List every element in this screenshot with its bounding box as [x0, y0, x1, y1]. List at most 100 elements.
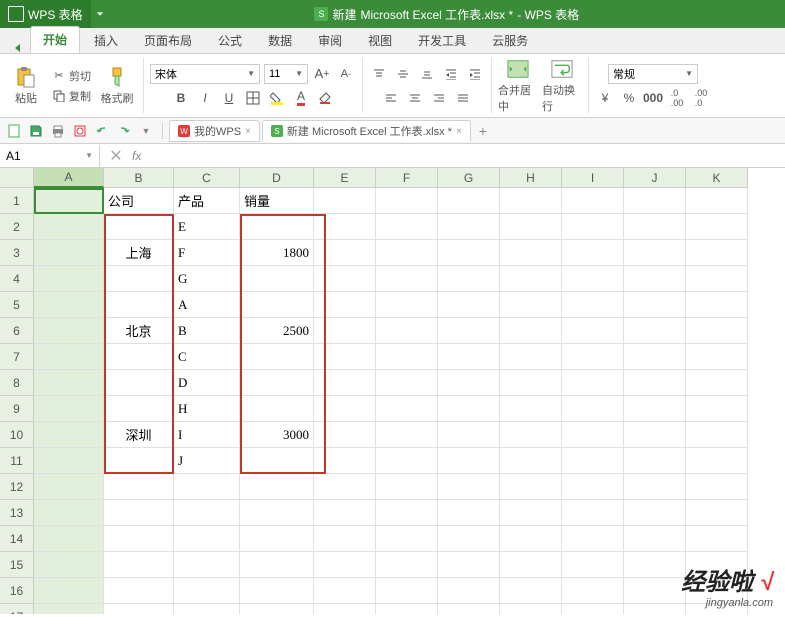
cell-B7[interactable] [104, 344, 174, 370]
cell-F15[interactable] [376, 552, 438, 578]
cell-D10[interactable]: 3000 [240, 422, 314, 448]
cell-J11[interactable] [624, 448, 686, 474]
cell-C5[interactable]: A [174, 292, 240, 318]
cell-K6[interactable] [686, 318, 748, 344]
cell-I10[interactable] [562, 422, 624, 448]
cell-C3[interactable]: F [174, 240, 240, 266]
cell-H3[interactable] [500, 240, 562, 266]
cell-C11[interactable]: J [174, 448, 240, 474]
tab-layout[interactable]: 页面布局 [132, 28, 204, 53]
cell-C9[interactable]: H [174, 396, 240, 422]
cell-F11[interactable] [376, 448, 438, 474]
cell-K1[interactable] [686, 188, 748, 214]
doc-tab-current[interactable]: S 新建 Microsoft Excel 工作表.xlsx * × [262, 120, 471, 142]
tab-view[interactable]: 视图 [356, 28, 404, 53]
cell-B8[interactable] [104, 370, 174, 396]
row-header-7[interactable]: 7 [0, 344, 34, 370]
cell-K8[interactable] [686, 370, 748, 396]
cell-D11[interactable] [240, 448, 314, 474]
qa-preview-icon[interactable] [70, 121, 90, 141]
cell-A5[interactable] [34, 292, 104, 318]
cell-D9[interactable] [240, 396, 314, 422]
border-button[interactable] [243, 88, 263, 108]
cell-B13[interactable] [104, 500, 174, 526]
cell-F3[interactable] [376, 240, 438, 266]
increase-decimal-button[interactable]: .00.0 [691, 88, 711, 108]
cell-K2[interactable] [686, 214, 748, 240]
col-header-J[interactable]: J [624, 168, 686, 188]
cell-E9[interactable] [314, 396, 376, 422]
format-painter-button[interactable]: 格式刷 [97, 58, 137, 114]
align-right-button[interactable] [429, 88, 449, 108]
cell-H5[interactable] [500, 292, 562, 318]
cell-B4[interactable] [104, 266, 174, 292]
cell-G4[interactable] [438, 266, 500, 292]
cell-J3[interactable] [624, 240, 686, 266]
justify-button[interactable] [453, 88, 473, 108]
cell-A13[interactable] [34, 500, 104, 526]
cell-B9[interactable] [104, 396, 174, 422]
cell-E1[interactable] [314, 188, 376, 214]
fx-cancel-icon[interactable]: ✕ [106, 146, 126, 166]
col-header-D[interactable]: D [240, 168, 314, 188]
cell-H10[interactable] [500, 422, 562, 448]
cell-D2[interactable] [240, 214, 314, 240]
cell-F5[interactable] [376, 292, 438, 318]
cell-H4[interactable] [500, 266, 562, 292]
cell-E6[interactable] [314, 318, 376, 344]
cell-I8[interactable] [562, 370, 624, 396]
col-header-B[interactable]: B [104, 168, 174, 188]
row-header-9[interactable]: 9 [0, 396, 34, 422]
cell-J17[interactable] [624, 604, 686, 614]
cell-E10[interactable] [314, 422, 376, 448]
row-header-14[interactable]: 14 [0, 526, 34, 552]
cell-H7[interactable] [500, 344, 562, 370]
app-menu-dropdown[interactable] [91, 0, 109, 28]
cell-D1[interactable]: 销量 [240, 188, 314, 214]
cell-A9[interactable] [34, 396, 104, 422]
row-header-15[interactable]: 15 [0, 552, 34, 578]
cell-B5[interactable] [104, 292, 174, 318]
cell-J8[interactable] [624, 370, 686, 396]
cell-G8[interactable] [438, 370, 500, 396]
cell-G7[interactable] [438, 344, 500, 370]
cell-D14[interactable] [240, 526, 314, 552]
cell-B14[interactable] [104, 526, 174, 552]
cell-B15[interactable] [104, 552, 174, 578]
cell-B16[interactable] [104, 578, 174, 604]
cell-D15[interactable] [240, 552, 314, 578]
row-header-16[interactable]: 16 [0, 578, 34, 604]
align-bottom-button[interactable] [417, 64, 437, 84]
cell-H11[interactable] [500, 448, 562, 474]
cell-J6[interactable] [624, 318, 686, 344]
qa-print-icon[interactable] [48, 121, 68, 141]
cell-C15[interactable] [174, 552, 240, 578]
cell-A8[interactable] [34, 370, 104, 396]
cell-A14[interactable] [34, 526, 104, 552]
cell-B1[interactable]: 公司 [104, 188, 174, 214]
cell-A16[interactable] [34, 578, 104, 604]
merge-center-button[interactable]: 合并居中 [498, 58, 538, 114]
cell-F8[interactable] [376, 370, 438, 396]
cell-K7[interactable] [686, 344, 748, 370]
font-size-select[interactable]: 11▼ [264, 64, 308, 84]
cell-C13[interactable] [174, 500, 240, 526]
cell-A3[interactable] [34, 240, 104, 266]
col-header-F[interactable]: F [376, 168, 438, 188]
fill-color-button[interactable] [267, 88, 287, 108]
row-header-8[interactable]: 8 [0, 370, 34, 396]
tab-formula[interactable]: 公式 [206, 28, 254, 53]
qa-redo-icon[interactable] [114, 121, 134, 141]
cell-D17[interactable] [240, 604, 314, 614]
cell-I9[interactable] [562, 396, 624, 422]
cell-A17[interactable] [34, 604, 104, 614]
col-header-A[interactable]: A [34, 168, 104, 188]
col-header-C[interactable]: C [174, 168, 240, 188]
row-header-4[interactable]: 4 [0, 266, 34, 292]
decrease-decimal-button[interactable]: .0.00 [667, 88, 687, 108]
cell-D7[interactable] [240, 344, 314, 370]
cell-E4[interactable] [314, 266, 376, 292]
comma-button[interactable]: 000 [643, 88, 663, 108]
cell-J1[interactable] [624, 188, 686, 214]
cell-D12[interactable] [240, 474, 314, 500]
